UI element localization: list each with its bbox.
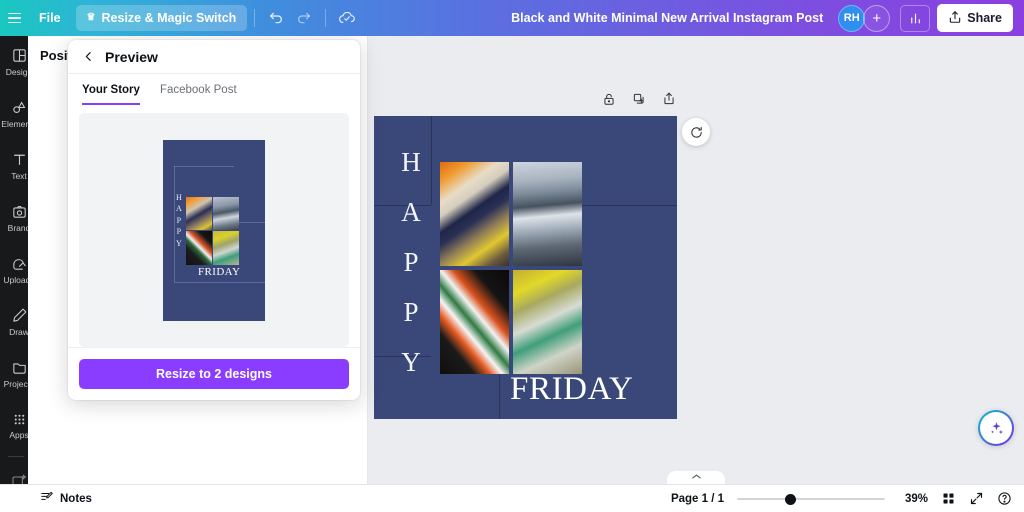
help-icon[interactable] <box>997 491 1012 506</box>
page-indicator: Page 1 / 1 <box>670 492 724 505</box>
zoom-level-value: 39% <box>904 492 928 505</box>
sidebar-label-uploads: Uploads <box>3 275 28 285</box>
canvas-page-wrapper: HAPPY FRIDAY + Add page <box>374 116 677 419</box>
sidebar-item-design[interactable]: Design <box>0 36 28 88</box>
canva-editor-window: File ♛ Resize & Magic Switch Black and W… <box>0 0 1024 512</box>
sidebar-label-apps: Apps <box>9 430 28 440</box>
thumb-photo-grid <box>186 196 239 265</box>
cloud-check-icon[interactable] <box>333 4 361 32</box>
resize-magic-switch-label: Resize & Magic Switch <box>101 11 237 25</box>
bottom-toolbar: Notes Page 1 / 1 39% <box>0 484 1024 512</box>
thumb-happy-text: HAPPY <box>175 192 183 248</box>
left-sidebar-rail: Design Elements Text Brand Uploads <box>0 36 28 512</box>
sidebar-label-draw: Draw <box>9 327 28 337</box>
apps-icon <box>12 412 27 427</box>
design-photo-4[interactable] <box>513 270 582 374</box>
zoom-slider-track <box>737 497 885 500</box>
design-photo-2[interactable] <box>513 162 582 266</box>
preview-panel: Preview Your Story Facebook Post HAPPY F… <box>68 40 360 400</box>
sidebar-label-brand: Brand <box>7 223 28 233</box>
story-thumbnail[interactable]: HAPPY FRIDAY <box>163 139 265 321</box>
tab-facebook-post[interactable]: Facebook Post <box>160 84 237 105</box>
toolbar-divider-2 <box>325 9 327 27</box>
design-happy-text: HAPPY <box>401 147 421 377</box>
sidebar-item-text[interactable]: Text <box>0 140 28 192</box>
projects-icon <box>11 359 28 376</box>
preview-title: Preview <box>105 48 158 65</box>
design-photo-1[interactable] <box>440 162 509 266</box>
lock-icon[interactable] <box>602 92 616 106</box>
design-icon <box>11 47 28 64</box>
chevron-left-icon[interactable] <box>82 50 95 63</box>
design-guide-v1 <box>431 116 432 205</box>
canvas-tools <box>602 92 676 106</box>
preview-body: HAPPY FRIDAY <box>79 113 349 347</box>
text-icon <box>11 151 28 168</box>
thumb-guide-h3 <box>174 281 265 283</box>
avatar[interactable]: RH <box>838 4 866 32</box>
regenerate-icon[interactable] <box>682 118 710 146</box>
fullscreen-icon[interactable] <box>969 491 984 506</box>
sidebar-item-uploads[interactable]: Uploads <box>0 244 28 296</box>
preview-header: Preview <box>68 40 360 74</box>
elements-icon <box>11 99 28 116</box>
sidebar-item-elements[interactable]: Elements <box>0 88 28 140</box>
canvas-area: HAPPY FRIDAY + Add page <box>368 36 1024 484</box>
preview-tabs: Your Story Facebook Post <box>68 74 360 105</box>
share-upload-icon <box>948 10 962 27</box>
sidebar-label-design: Design <box>5 67 28 77</box>
notes-icon <box>40 490 54 507</box>
sidebar-item-projects[interactable]: Projects <box>0 348 28 400</box>
toolbar-divider <box>254 9 256 27</box>
share-label: Share <box>967 11 1002 25</box>
chevron-up-icon[interactable] <box>667 471 725 484</box>
redo-icon[interactable] <box>290 4 318 32</box>
draw-icon <box>11 307 28 324</box>
tab-your-story[interactable]: Your Story <box>82 84 140 105</box>
uploads-icon <box>11 255 28 272</box>
thumb-photo-2 <box>213 196 239 230</box>
design-page[interactable]: HAPPY FRIDAY <box>374 116 677 419</box>
resize-magic-switch-button[interactable]: ♛ Resize & Magic Switch <box>75 5 248 31</box>
sidebar-label-elements: Elements <box>1 119 28 129</box>
brand-icon <box>11 203 28 220</box>
thumb-photo-3 <box>186 231 212 265</box>
sidebar-label-text: Text <box>11 171 27 181</box>
add-collaborator-button[interactable]: + <box>863 4 891 32</box>
thumb-friday-text: FRIDAY <box>198 265 241 278</box>
notes-button[interactable]: Notes <box>40 490 92 507</box>
sidebar-label-projects: Projects <box>3 379 28 389</box>
top-toolbar: File ♛ Resize & Magic Switch Black and W… <box>0 0 1024 36</box>
bar-chart-icon[interactable] <box>900 4 931 32</box>
crown-icon: ♛ <box>86 12 96 23</box>
thumb-photo-1 <box>186 196 212 230</box>
hamburger-icon[interactable] <box>0 0 28 36</box>
thumb-guide-h1 <box>174 165 234 167</box>
sidebar-divider <box>8 456 24 457</box>
sidebar-item-brand[interactable]: Brand <box>0 192 28 244</box>
thumb-photo-4 <box>213 231 239 265</box>
design-photo-grid <box>440 162 582 374</box>
design-friday-text[interactable]: FRIDAY <box>510 371 633 408</box>
duplicate-icon[interactable] <box>632 92 646 106</box>
export-icon[interactable] <box>662 92 676 106</box>
file-menu-button[interactable]: File <box>28 5 72 31</box>
zoom-slider[interactable] <box>737 492 885 506</box>
preview-footer: Resize to 2 designs <box>68 347 360 400</box>
sidebar-item-draw[interactable]: Draw <box>0 296 28 348</box>
zoom-slider-knob[interactable] <box>785 493 796 505</box>
notes-label: Notes <box>60 492 92 505</box>
grid-view-icon[interactable] <box>941 491 956 506</box>
resize-to-2-designs-button[interactable]: Resize to 2 designs <box>79 359 349 389</box>
undo-icon[interactable] <box>262 4 290 32</box>
document-title[interactable]: Black and White Minimal New Arrival Inst… <box>511 11 823 25</box>
magic-sparkle-icon[interactable] <box>978 410 1014 446</box>
sidebar-item-apps[interactable]: Apps <box>0 400 28 452</box>
share-button[interactable]: Share <box>937 4 1013 32</box>
design-photo-3[interactable] <box>440 270 509 374</box>
